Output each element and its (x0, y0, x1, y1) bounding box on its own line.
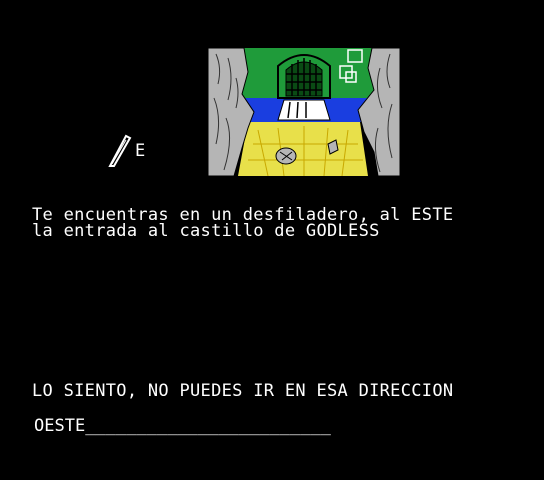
command-input[interactable]: OESTE________________________ (34, 418, 404, 436)
location-description-line-2: la entrada al castillo de GODLESS (32, 221, 380, 241)
input-cursor-line: ________________________ (85, 416, 331, 436)
castle-gate (277, 54, 331, 99)
path-ground (238, 122, 368, 176)
game-screen: E Te encuentras en un desfiladero, al ES… (0, 0, 544, 480)
scene-illustration (208, 48, 400, 176)
command-text: OESTE (34, 416, 86, 436)
game-response: LO SIENTO, NO PUEDES IR EN ESA DIRECCION (32, 381, 454, 401)
drawbridge (277, 99, 331, 121)
compass-direction-label: E (135, 141, 146, 161)
